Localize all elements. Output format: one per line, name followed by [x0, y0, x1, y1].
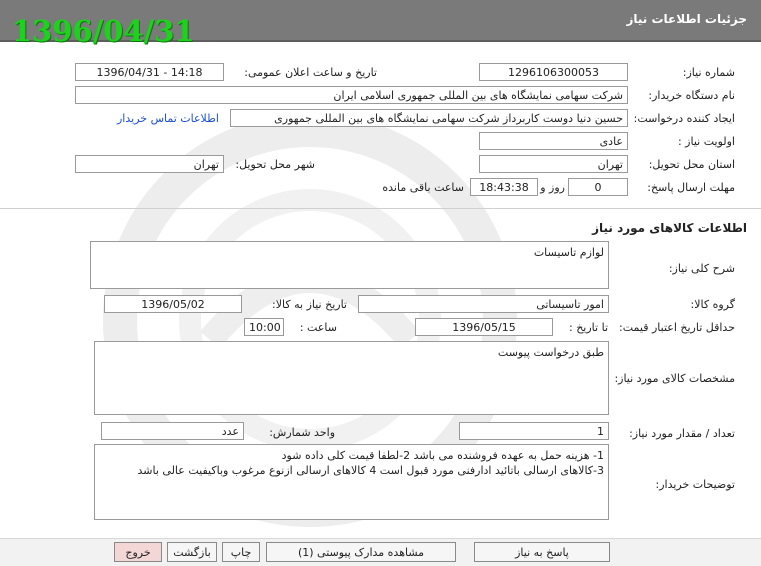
priority-label: اولویت نیاز :: [677, 135, 735, 148]
unit-field: عدد: [101, 422, 244, 440]
announce-label: تاریخ و ساعت اعلان عمومی:: [244, 66, 377, 79]
general-desc-label: شرح کلی نیاز:: [668, 262, 735, 275]
goods-group-field: امور تاسیساتی: [358, 295, 609, 313]
goods-group-label: گروه کالا:: [690, 298, 735, 311]
buyer-org-label: نام دستگاه خریدار:: [648, 89, 735, 102]
page-title: جزئیات اطلاعات نیاز: [626, 12, 747, 26]
specs-field: طبق درخواست پیوست: [94, 341, 609, 415]
deadline-time-field: 18:43:38: [470, 178, 538, 196]
announce-field: 1396/04/31 - 14:18: [75, 63, 224, 81]
unit-label: واحد شمارش:: [269, 426, 335, 439]
city-field: تهران: [75, 155, 224, 173]
back-button[interactable]: بازگشت: [167, 542, 217, 562]
validity-label: حداقل تاریخ اعتبار قیمت:: [619, 321, 735, 334]
buyer-notes-field: 1- هزینه حمل به عهده فروشنده می باشد 2-ل…: [94, 444, 609, 520]
exit-button[interactable]: خروج: [114, 542, 162, 562]
validity-time-label: ساعت :: [299, 321, 337, 334]
need-date-label: تاریخ نیاز به کالا:: [272, 298, 347, 311]
buyer-contact-link[interactable]: اطلاعات تماس خریدار: [117, 112, 219, 125]
date-stamp: 1396/04/31: [12, 14, 195, 48]
deadline-days-field: 0: [568, 178, 628, 196]
quantity-field: 1: [459, 422, 609, 440]
province-label: استان محل تحویل:: [648, 158, 735, 171]
goods-section-title: اطلاعات کالاهای مورد نیاز: [592, 221, 747, 235]
reply-button[interactable]: پاسخ به نیاز: [474, 542, 610, 562]
deadline-label: مهلت ارسال پاسخ:: [647, 181, 735, 194]
deadline-days-label: روز و: [540, 181, 565, 194]
quantity-label: تعداد / مقدار مورد نیاز:: [629, 427, 735, 440]
general-desc-field: لوازم تاسیسات: [90, 241, 609, 289]
specs-label: مشخصات کالای مورد نیاز:: [614, 372, 735, 385]
need-number-field: 1296106300053: [479, 63, 628, 81]
divider: [0, 208, 761, 209]
need-date-field: 1396/05/02: [104, 295, 242, 313]
priority-field: عادی: [479, 132, 628, 150]
creator-label: ایجاد کننده درخواست:: [633, 112, 735, 125]
creator-field: حسین دنیا دوست کاربرداز شرکت سهامی نمایش…: [230, 109, 628, 127]
print-button[interactable]: چاپ: [222, 542, 260, 562]
province-field: تهران: [479, 155, 628, 173]
buyer-notes-label: توضیحات خریدار:: [655, 478, 736, 491]
validity-date-field: 1396/05/15: [415, 318, 553, 336]
view-attachments-button[interactable]: مشاهده مدارک پیوستی (1): [266, 542, 456, 562]
city-label: شهر محل تحویل:: [235, 158, 315, 171]
validity-time-field: 10:00: [244, 318, 284, 336]
deadline-remaining-label: ساعت باقی مانده: [382, 181, 464, 194]
validity-to-date-label: تا تاریخ :: [569, 321, 608, 334]
need-number-label: شماره نیاز:: [682, 66, 735, 79]
buyer-org-field: شرکت سهامی نمایشگاه های بین المللی جمهور…: [75, 86, 628, 104]
